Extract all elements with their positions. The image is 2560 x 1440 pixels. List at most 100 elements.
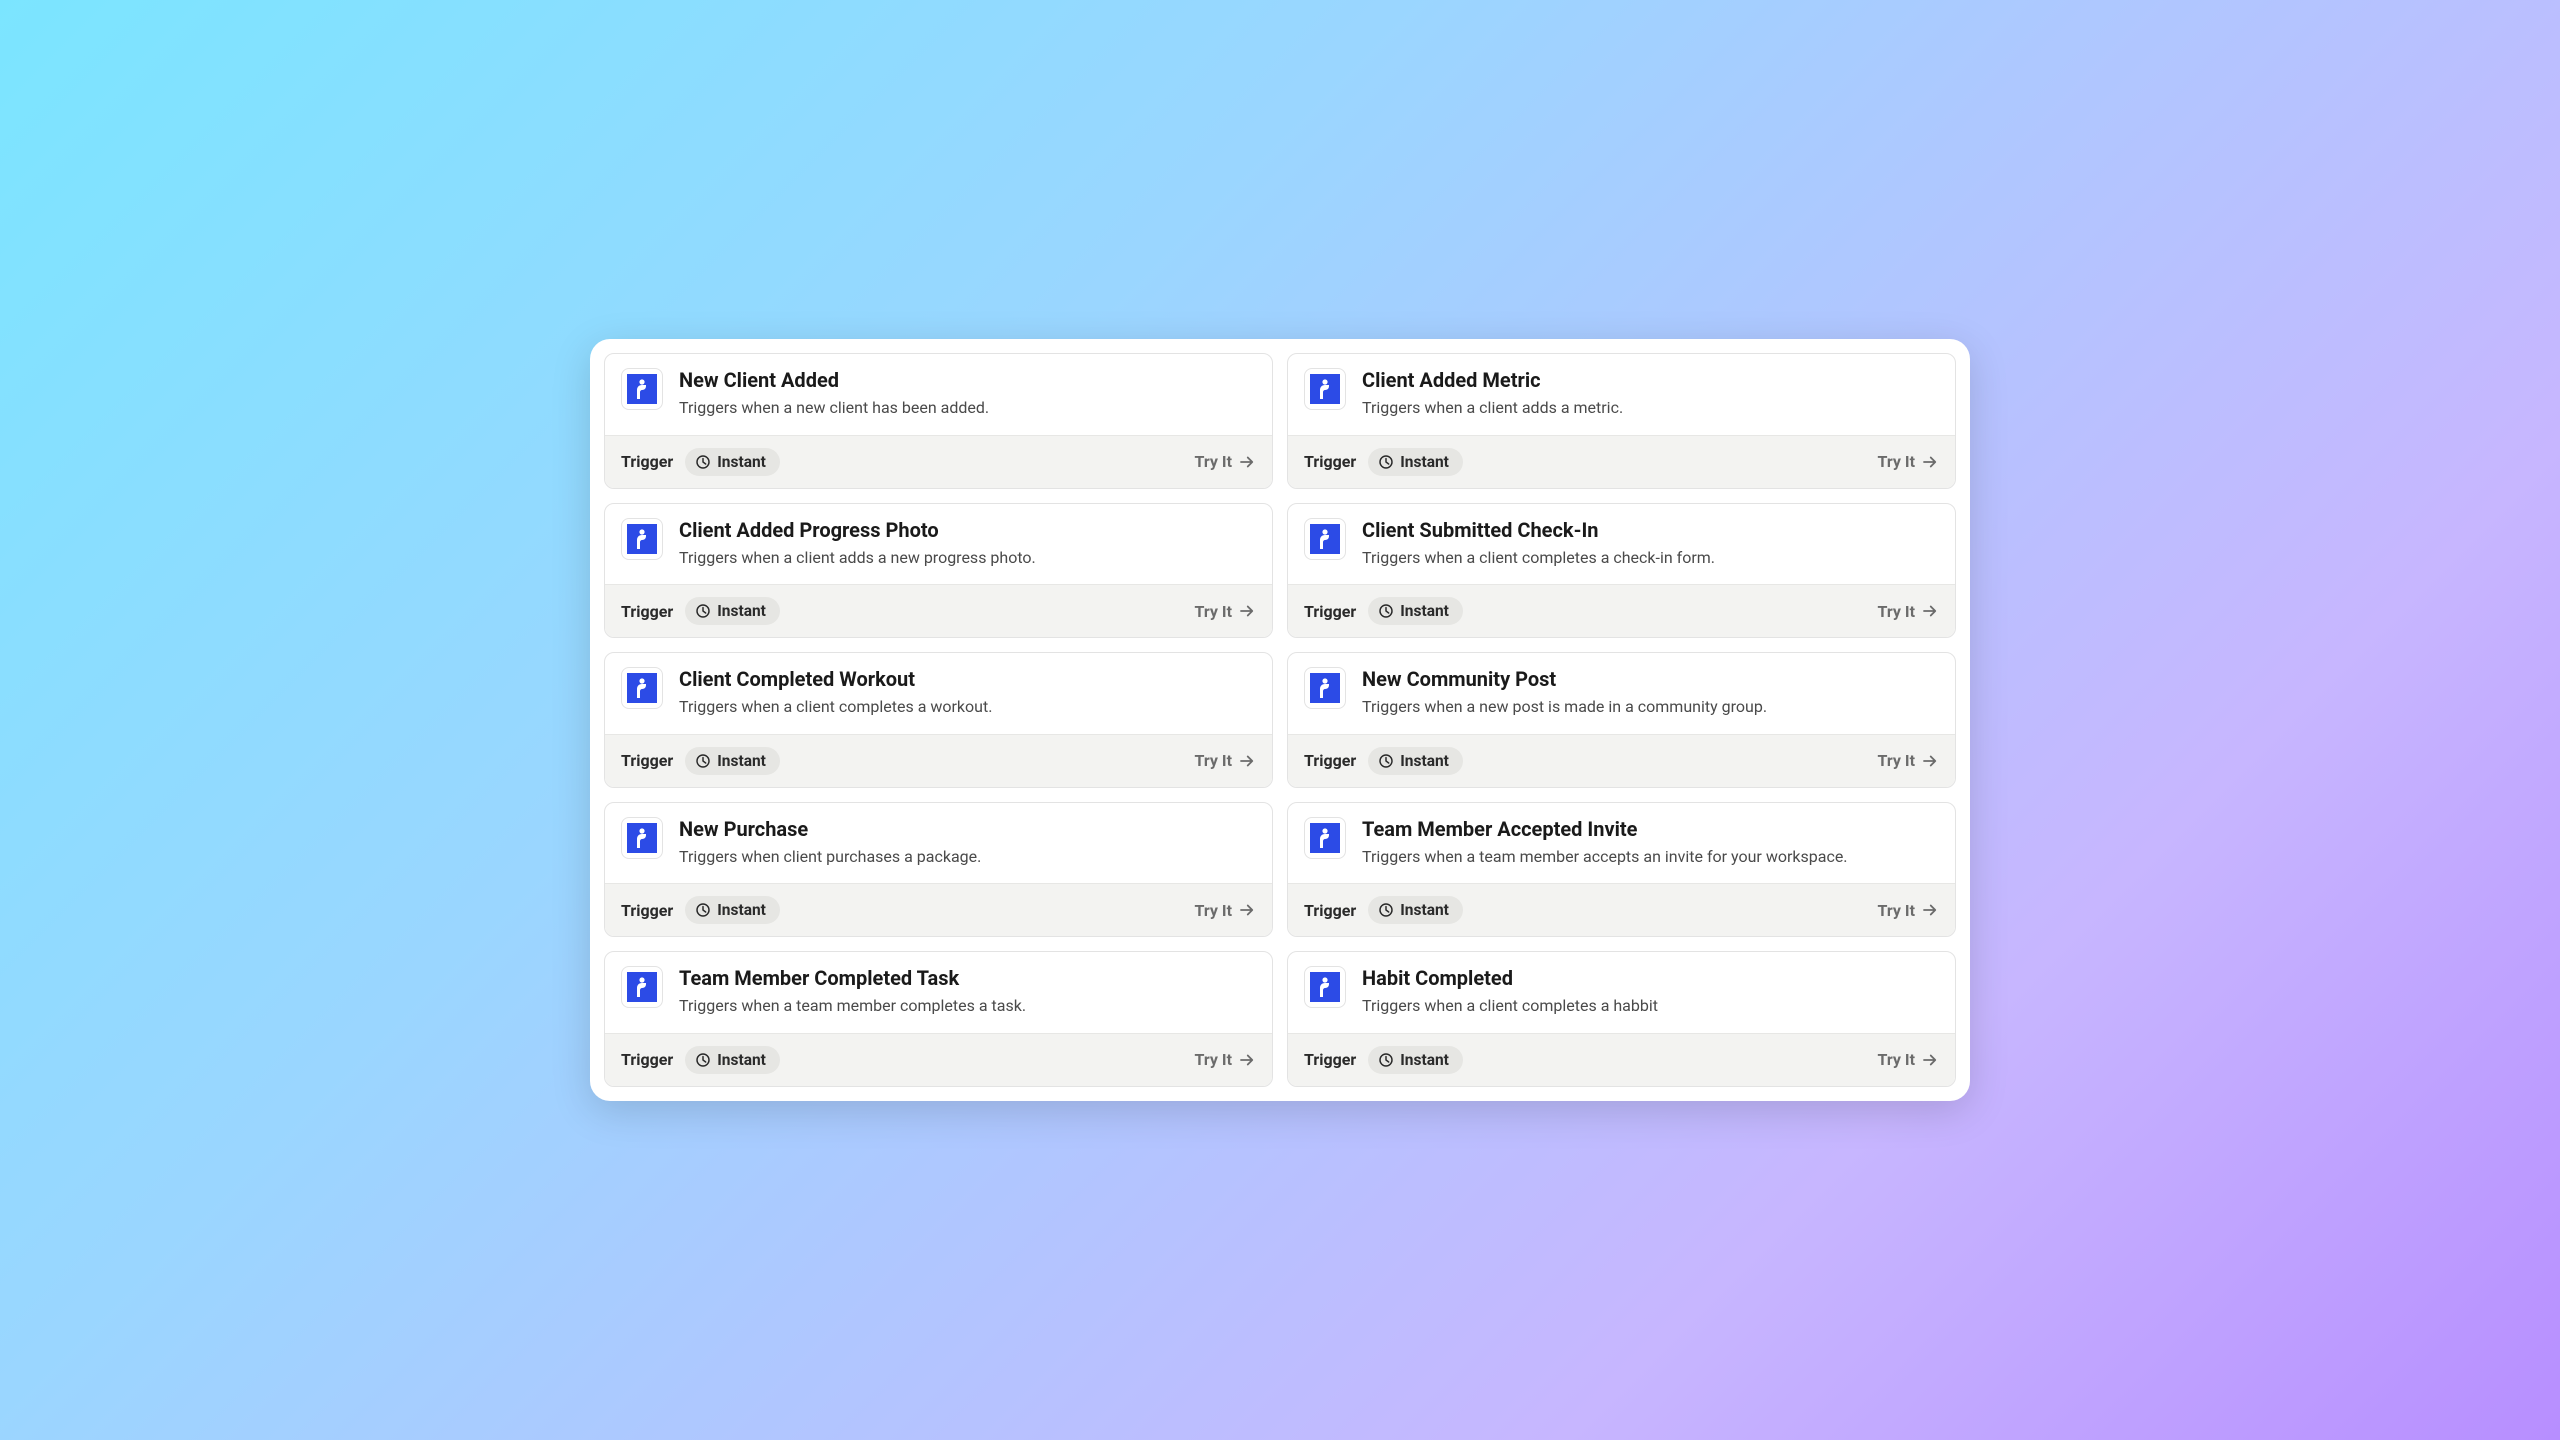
try-it-label: Try It: [1877, 751, 1915, 770]
try-it-label: Try It: [1194, 602, 1232, 621]
trigger-title: Team Member Accepted Invite: [1362, 817, 1939, 842]
trigger-description: Triggers when a client adds a metric.: [1362, 397, 1939, 419]
trigger-card[interactable]: New Client Added Triggers when a new clie…: [604, 353, 1273, 489]
app-glyph-icon: [1310, 524, 1340, 554]
app-icon: [1304, 667, 1346, 709]
instant-badge: Instant: [685, 747, 780, 775]
try-it-button[interactable]: Try It: [1194, 602, 1256, 621]
trigger-card[interactable]: New PurchaseTriggers when client purchas…: [604, 802, 1273, 938]
trigger-description: Triggers when a new client has been adde…: [679, 397, 1256, 419]
trigger-title: New Purchase: [679, 817, 1256, 842]
clock-icon: [695, 1052, 711, 1068]
app-icon: [1304, 966, 1346, 1008]
trigger-text: Client Submitted Check-InTriggers when a…: [1362, 518, 1939, 569]
app-glyph-icon: [1310, 972, 1340, 1002]
trigger-text: Team Member Completed Task Triggers when …: [679, 966, 1256, 1017]
trigger-card[interactable]: Client Submitted Check-InTriggers when a…: [1287, 503, 1956, 639]
trigger-meta: Trigger Instant: [621, 1046, 780, 1074]
instant-label: Instant: [1400, 453, 1449, 471]
instant-label: Instant: [1400, 602, 1449, 620]
instant-label: Instant: [717, 1051, 766, 1069]
app-icon: [1304, 368, 1346, 410]
trigger-type-label: Trigger: [621, 751, 673, 770]
trigger-card[interactable]: Client Completed WorkoutTriggers when a …: [604, 652, 1273, 788]
trigger-meta: Trigger Instant: [1304, 1046, 1463, 1074]
instant-badge: Instant: [685, 1046, 780, 1074]
clock-icon: [695, 753, 711, 769]
trigger-card-header: Team Member Completed Task Triggers when …: [605, 952, 1272, 1033]
try-it-label: Try It: [1877, 602, 1915, 621]
app-icon: [621, 368, 663, 410]
trigger-card-footer: Trigger Instant Try It: [605, 734, 1272, 787]
trigger-description: Triggers when a team member accepts an i…: [1362, 846, 1939, 868]
trigger-meta: Trigger Instant: [621, 747, 780, 775]
trigger-meta: Trigger Instant: [1304, 747, 1463, 775]
trigger-meta: Trigger Instant: [621, 597, 780, 625]
trigger-card[interactable]: Team Member Accepted Invite Triggers when…: [1287, 802, 1956, 938]
clock-icon: [1378, 1052, 1394, 1068]
app-icon: [1304, 518, 1346, 560]
arrow-right-icon: [1238, 453, 1256, 471]
trigger-card-footer: Trigger Instant Try It: [605, 1033, 1272, 1086]
trigger-text: New PurchaseTriggers when client purchas…: [679, 817, 1256, 868]
instant-badge: Instant: [1368, 747, 1463, 775]
trigger-card-header: New Client Added Triggers when a new clie…: [605, 354, 1272, 435]
trigger-card-header: New PurchaseTriggers when client purchas…: [605, 803, 1272, 884]
instant-badge: Instant: [1368, 597, 1463, 625]
try-it-button[interactable]: Try It: [1877, 1050, 1939, 1069]
trigger-meta: Trigger Instant: [1304, 597, 1463, 625]
arrow-right-icon: [1238, 901, 1256, 919]
instant-badge: Instant: [1368, 896, 1463, 924]
trigger-description: Triggers when a new post is made in a co…: [1362, 696, 1939, 718]
try-it-button[interactable]: Try It: [1194, 751, 1256, 770]
trigger-card[interactable]: Team Member Completed Task Triggers when …: [604, 951, 1273, 1087]
trigger-card-footer: Trigger InstantTry It: [1288, 435, 1955, 488]
app-glyph-icon: [627, 823, 657, 853]
arrow-right-icon: [1921, 453, 1939, 471]
try-it-button[interactable]: Try It: [1877, 452, 1939, 471]
trigger-description: Triggers when a team member completes a …: [679, 995, 1256, 1017]
try-it-label: Try It: [1877, 1050, 1915, 1069]
trigger-meta: Trigger Instant: [621, 448, 780, 476]
instant-label: Instant: [717, 602, 766, 620]
try-it-button[interactable]: Try It: [1877, 901, 1939, 920]
trigger-text: New Client Added Triggers when a new clie…: [679, 368, 1256, 419]
try-it-label: Try It: [1194, 901, 1232, 920]
trigger-type-label: Trigger: [1304, 901, 1356, 920]
trigger-type-label: Trigger: [1304, 602, 1356, 621]
trigger-title: Client Submitted Check-In: [1362, 518, 1939, 543]
trigger-card[interactable]: Client Added Progress PhotoTriggers when…: [604, 503, 1273, 639]
clock-icon: [1378, 454, 1394, 470]
trigger-card-header: Client Added MetricTriggers when a clien…: [1288, 354, 1955, 435]
app-icon: [621, 817, 663, 859]
try-it-button[interactable]: Try It: [1194, 452, 1256, 471]
app-icon: [621, 966, 663, 1008]
trigger-title: Team Member Completed Task: [679, 966, 1256, 991]
app-glyph-icon: [1310, 374, 1340, 404]
try-it-button[interactable]: Try It: [1877, 751, 1939, 770]
try-it-button[interactable]: Try It: [1194, 901, 1256, 920]
trigger-title: New Client Added: [679, 368, 1256, 393]
trigger-card[interactable]: Habit CompletedTriggers when a client co…: [1287, 951, 1956, 1087]
trigger-card[interactable]: New Community PostTriggers when a new po…: [1287, 652, 1956, 788]
arrow-right-icon: [1921, 1051, 1939, 1069]
trigger-text: Team Member Accepted Invite Triggers when…: [1362, 817, 1939, 868]
clock-icon: [1378, 753, 1394, 769]
trigger-card-footer: Trigger Instant Try It: [1288, 883, 1955, 936]
trigger-meta: Trigger Instant: [1304, 896, 1463, 924]
trigger-text: Client Added Progress PhotoTriggers when…: [679, 518, 1256, 569]
try-it-button[interactable]: Try It: [1877, 602, 1939, 621]
trigger-text: Client Completed WorkoutTriggers when a …: [679, 667, 1256, 718]
app-glyph-icon: [627, 673, 657, 703]
trigger-card-header: Client Completed WorkoutTriggers when a …: [605, 653, 1272, 734]
arrow-right-icon: [1921, 752, 1939, 770]
app-glyph-icon: [1310, 673, 1340, 703]
app-glyph-icon: [627, 374, 657, 404]
try-it-button[interactable]: Try It: [1194, 1050, 1256, 1069]
trigger-card-footer: Trigger InstantTry It: [605, 883, 1272, 936]
app-glyph-icon: [627, 524, 657, 554]
app-icon: [621, 667, 663, 709]
app-icon: [1304, 817, 1346, 859]
trigger-card[interactable]: Client Added MetricTriggers when a clien…: [1287, 353, 1956, 489]
app-glyph-icon: [627, 972, 657, 1002]
